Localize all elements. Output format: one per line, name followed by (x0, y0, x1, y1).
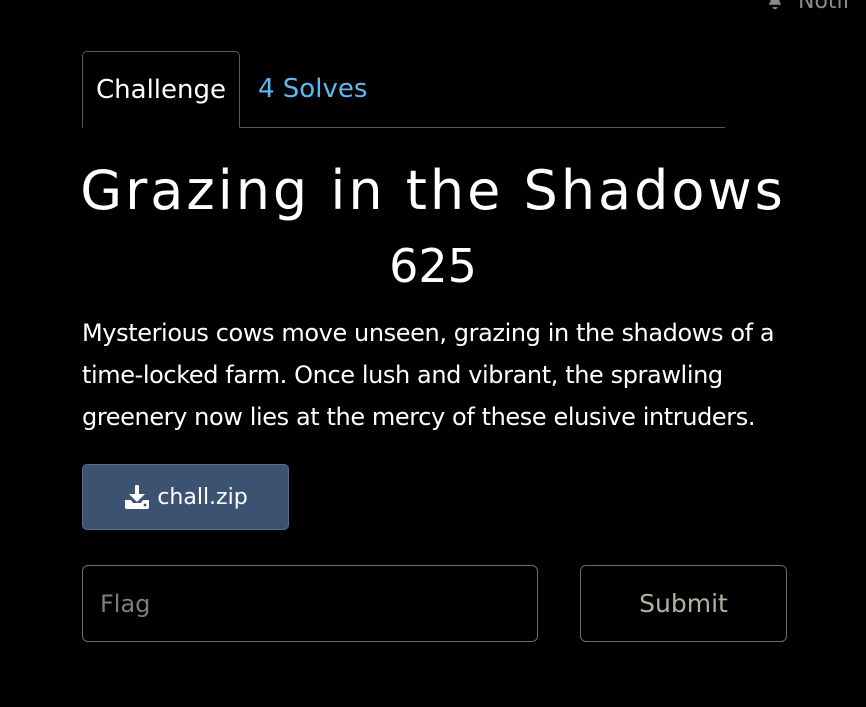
download-icon (125, 485, 150, 509)
notifications-link[interactable]: Notif (766, 0, 851, 14)
challenge-title: Grazing in the Shadows (80, 159, 786, 222)
download-file-button[interactable]: chall.zip (82, 464, 289, 530)
tab-bar: Challenge 4 Solves (82, 51, 725, 128)
tab-solves[interactable]: 4 Solves (258, 51, 367, 127)
bell-icon (769, 0, 781, 10)
challenge-points: 625 (389, 239, 477, 293)
notifications-label: Notif (798, 0, 851, 14)
flag-input[interactable] (82, 565, 538, 642)
submit-button[interactable]: Submit (580, 565, 787, 642)
challenge-description: Mysterious cows move unseen, grazing in … (82, 319, 775, 431)
challenge-modal: Notif Challenge 4 Solves Grazing in the … (0, 0, 866, 707)
download-file-label: chall.zip (157, 484, 248, 510)
tab-challenge[interactable]: Challenge (82, 51, 240, 128)
